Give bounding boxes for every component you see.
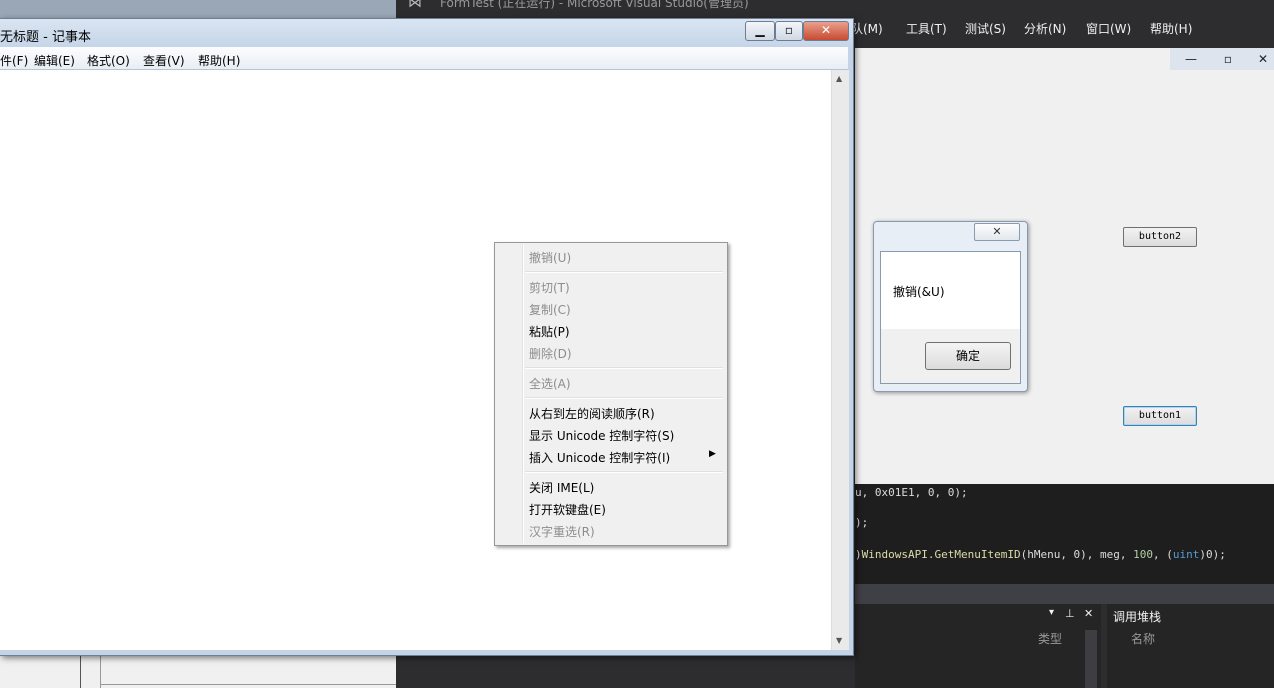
code-function: WindowsAPI.GetMenuItemID: [861, 548, 1021, 561]
vs-menu-window[interactable]: 窗口(W): [1086, 20, 1131, 37]
notepad-title: 无标题 - 记事本: [0, 30, 91, 45]
menu-gutter: [522, 245, 524, 543]
type-column-header[interactable]: 类型: [1038, 630, 1062, 647]
notepad-scrollbar[interactable]: ▲ ▼: [831, 70, 849, 650]
background-titlebar: [0, 0, 400, 20]
menu-item-select-all: 全选(A): [529, 377, 571, 391]
vs-menu-help[interactable]: 帮助(H): [1150, 20, 1192, 37]
code-number: 100: [1133, 548, 1154, 561]
visual-studio-logo-icon: ⋈: [408, 0, 422, 11]
menu-item-show-unicode[interactable]: 显示 Unicode 控制字符(S): [529, 427, 674, 444]
minimize-icon[interactable]: ▁: [745, 21, 775, 41]
code-line: )WindowsAPI.GetMenuItemID(hMenu, 0), meg…: [855, 548, 1226, 561]
submenu-arrow-icon: ▶: [709, 449, 716, 459]
menu-item-undo: 撤销(U): [529, 251, 572, 265]
code-editor[interactable]: u, 0x01E1, 0, 0); ); )WindowsAPI.GetMenu…: [855, 484, 1274, 584]
menu-item-delete: 删除(D): [529, 347, 572, 361]
vs-menu-analyze[interactable]: 分析(N): [1024, 20, 1066, 37]
vs-menu-tools[interactable]: 工具(T): [906, 20, 947, 37]
vs-window-title: FormTest (正在运行) - Microsoft Visual Studi…: [440, 0, 749, 10]
code-text: (hMenu, 0), meg,: [1020, 548, 1134, 561]
menu-help[interactable]: 帮助(H): [198, 52, 240, 69]
panel-dropdown-icon[interactable]: ▾: [1049, 607, 1054, 618]
scroll-down-icon[interactable]: ▼: [836, 636, 842, 645]
menu-item-rtl-reading[interactable]: 从右到左的阅读顺序(R): [529, 405, 655, 422]
editor-status-strip: [855, 584, 1274, 604]
context-menu: 撤销(U) 剪切(T) 复制(C) 粘贴(P) 删除(D) 全选(A) 从右到左…: [494, 242, 728, 546]
menu-item-cut: 剪切(T): [529, 281, 570, 295]
code-text: ): [855, 548, 862, 561]
code-line: );: [855, 516, 868, 529]
button2[interactable]: button2: [1123, 227, 1197, 247]
menu-item-reconvert: 汉字重选(R): [529, 525, 595, 539]
menu-separator: [525, 367, 723, 369]
code-text: u, 0x01E1, 0, 0);: [855, 486, 968, 499]
panel-scrollbar[interactable]: [1085, 630, 1097, 688]
menu-view[interactable]: 查看(V): [143, 52, 185, 69]
notepad-menubar: 件(F) 编辑(E) 格式(O) 查看(V) 帮助(H): [0, 47, 848, 70]
code-text: );: [855, 516, 869, 529]
menu-format[interactable]: 格式(O): [87, 52, 130, 69]
notepad-titlebar[interactable]: 无标题 - 记事本 ▁ ▫ ✕: [0, 19, 853, 47]
form-titlebar: — ▫ ✕: [1170, 48, 1274, 70]
menu-separator: [525, 397, 723, 399]
vs-menu-team[interactable]: 队(M): [851, 20, 883, 37]
vs-menu-test[interactable]: 测试(S): [965, 20, 1006, 37]
menu-edit[interactable]: 编辑(E): [34, 52, 75, 69]
menu-item-insert-unicode[interactable]: 插入 Unicode 控制字符(I): [529, 449, 670, 466]
panel-separator: [1101, 604, 1107, 688]
code-keyword: uint: [1172, 548, 1200, 561]
maximize-icon[interactable]: ▫: [775, 21, 803, 41]
close-icon[interactable]: ✕: [803, 21, 849, 41]
msgbox-close-icon[interactable]: ✕: [974, 223, 1020, 241]
menu-item-close-ime[interactable]: 关闭 IME(L): [529, 479, 594, 496]
minimize-icon[interactable]: —: [1178, 51, 1204, 67]
maximize-icon[interactable]: ▫: [1215, 51, 1241, 67]
menu-item-soft-keyboard[interactable]: 打开软键盘(E): [529, 501, 606, 518]
menu-file[interactable]: 件(F): [0, 52, 28, 69]
menu-item-copy: 复制(C): [529, 303, 571, 317]
scroll-up-icon[interactable]: ▲: [836, 74, 842, 83]
menu-separator: [525, 271, 723, 273]
code-text: )0);: [1199, 548, 1226, 561]
menu-item-paste[interactable]: 粘贴(P): [529, 323, 570, 340]
code-text: , (: [1153, 548, 1173, 561]
panel-close-icon[interactable]: ✕: [1084, 607, 1093, 620]
ok-button[interactable]: 确定: [925, 342, 1011, 370]
name-column-header[interactable]: 名称: [1131, 630, 1155, 647]
msgbox-content: 撤销(&U) 确定: [880, 251, 1021, 384]
close-icon[interactable]: ✕: [1250, 51, 1274, 67]
debug-panels: ▾ ⊥ ✕ 类型 调用堆栈 名称: [855, 604, 1274, 688]
button1[interactable]: button1: [1123, 406, 1197, 426]
call-stack-title[interactable]: 调用堆栈: [1113, 608, 1161, 625]
menu-separator: [525, 471, 723, 473]
background-divider: [100, 684, 400, 685]
pin-icon[interactable]: ⊥: [1065, 607, 1075, 620]
msgbox-text-area: 撤销(&U): [881, 252, 1020, 329]
msgbox-text: 撤销(&U): [893, 285, 945, 299]
code-line: u, 0x01E1, 0, 0);: [855, 486, 968, 499]
message-box: ✕ 撤销(&U) 确定: [873, 221, 1028, 392]
